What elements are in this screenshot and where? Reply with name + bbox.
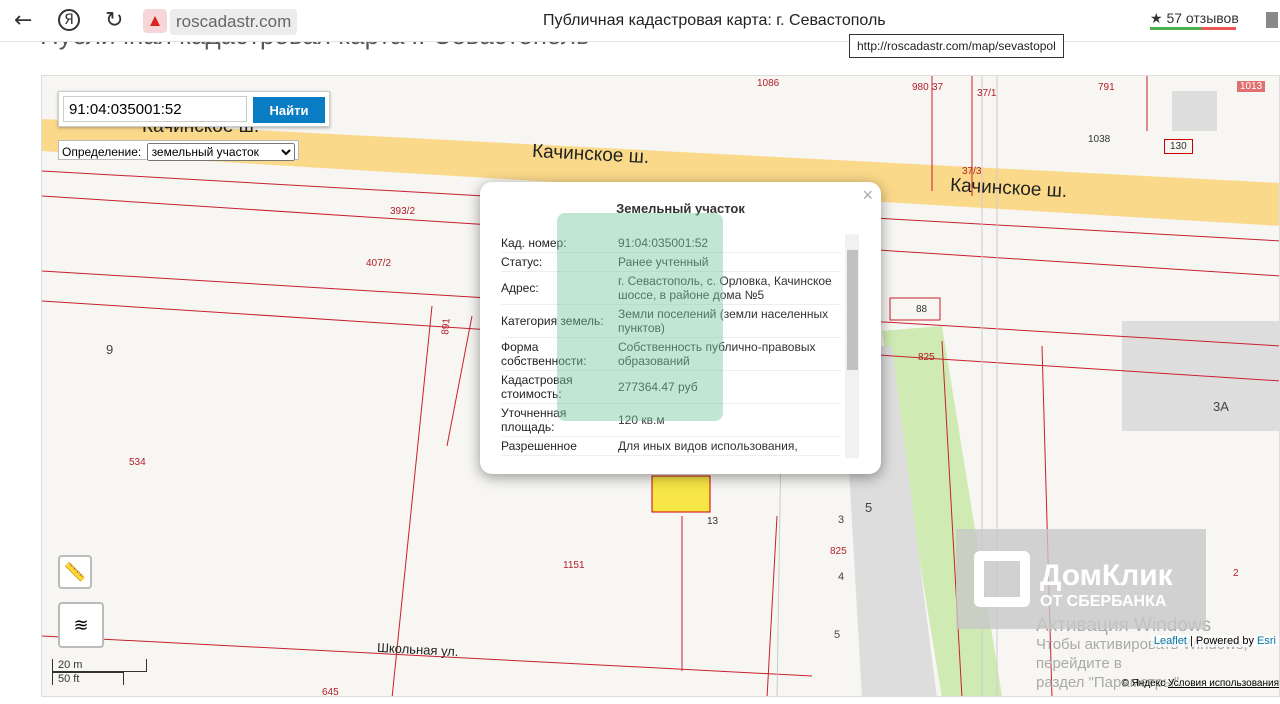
address-bar[interactable]: roscadastr.com <box>170 9 298 35</box>
close-icon[interactable]: × <box>862 185 873 206</box>
yandex-copyright: © Яндекс <box>1121 678 1166 689</box>
domclick-name: ДомКлик <box>1040 559 1173 592</box>
parcel-label: 393/2 <box>390 206 416 217</box>
parcel-label: 645 <box>322 687 339 697</box>
terms-link[interactable]: Условия использования <box>1168 678 1279 689</box>
scale-meters: 20 m <box>52 659 147 672</box>
yandex-attribution: © Яндекс Условия использования <box>1121 678 1279 689</box>
parcel-label: 1013 <box>1237 81 1266 92</box>
bookmark-icon[interactable] <box>1266 12 1278 28</box>
parcel-label: 1151 <box>563 560 585 571</box>
definition-label: Определение: <box>62 145 142 159</box>
parcel-label: 1086 <box>757 78 780 89</box>
parcel-label: 407/2 <box>366 258 392 269</box>
parcel-label: 130 <box>1164 139 1193 154</box>
warning-icon[interactable]: ▲ <box>143 9 167 33</box>
yandex-icon[interactable]: Я <box>58 9 80 31</box>
measure-button[interactable]: 📏 <box>58 555 92 589</box>
domclick-sub: ОТ СБЕРБАНКА <box>1040 593 1167 610</box>
building-number: 5 <box>834 629 841 641</box>
parcel-label: 980 <box>912 82 929 93</box>
domclick-watermark: ДомКлик ОТ СБЕРБАНКА <box>956 529 1206 629</box>
building-number: 5 <box>865 500 873 515</box>
parcel-label: 37/3 <box>962 166 982 177</box>
rk-logo-watermark <box>557 213 723 421</box>
search-box: Найти <box>58 91 330 127</box>
parcel-label: 825 <box>830 546 847 557</box>
parcel-label: 825 <box>918 352 935 363</box>
rating-bar <box>1150 27 1236 30</box>
parcel-label: 791 <box>1098 82 1115 93</box>
info-value: Для иных видов использования, <box>618 439 798 453</box>
info-row: Разрешенное Для иных видов использования, <box>501 437 841 456</box>
definition-select[interactable]: земельный участок <box>146 143 295 161</box>
building-number: 4 <box>838 571 845 583</box>
parcel-label: 534 <box>129 457 146 468</box>
browser-toolbar: ← Я ↻ ▲ roscadastr.com Публичная кадастр… <box>0 0 1280 42</box>
domclick-logo-icon <box>974 551 1030 607</box>
ruler-icon: 📏 <box>63 562 87 582</box>
popup-scrollbar[interactable] <box>845 234 859 458</box>
reload-button[interactable]: ↻ <box>105 8 123 33</box>
back-button[interactable]: ← <box>14 8 32 33</box>
leaflet-link[interactable]: Leaflet <box>1154 635 1187 647</box>
parcel-label: 37/1 <box>977 88 997 99</box>
reviews-button[interactable]: ★ 57 отзывов <box>1150 10 1239 27</box>
scale-feet: 50 ft <box>52 672 124 685</box>
cadastral-number-input[interactable] <box>63 96 247 122</box>
layers-button[interactable]: ≋ <box>58 602 104 648</box>
parcel-label: 37 <box>932 82 944 93</box>
parcel-label: 1038 <box>1088 134 1111 145</box>
powered-text: | Powered by <box>1189 635 1254 647</box>
esri-link[interactable]: Esri <box>1257 635 1276 647</box>
parcel-label: 891 <box>440 317 453 336</box>
layers-icon: ≋ <box>73 615 89 635</box>
page-title: Публичная кадастровая карта: г. Севастоп… <box>543 12 886 29</box>
url-tooltip: http://roscadastr.com/map/sevastopol <box>849 34 1064 58</box>
definition-selector: Определение: земельный участок <box>58 140 299 161</box>
parcel-label: 13 <box>707 516 719 527</box>
scroll-thumb[interactable] <box>847 250 858 370</box>
building-number: 3А <box>1213 399 1229 414</box>
building-number: 9 <box>106 342 114 357</box>
building-number: 3 <box>838 514 845 526</box>
parcel-label: 2 <box>1233 568 1239 579</box>
attribution: Leaflet | Powered by Esri <box>1150 635 1279 647</box>
scale-bar: 20 m 50 ft <box>52 659 147 685</box>
info-key: Разрешенное <box>501 439 577 453</box>
parcel-label: 88 <box>916 304 928 315</box>
find-button[interactable]: Найти <box>253 97 325 123</box>
